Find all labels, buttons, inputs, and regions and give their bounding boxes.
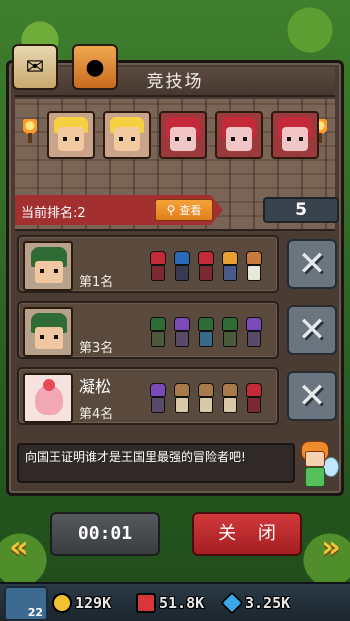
fighter-portrait — [47, 111, 95, 159]
gem-resource: 3.25K — [220, 589, 291, 617]
hint-message: 向国王证明谁才是王国里最强的冒险者吧! — [17, 443, 295, 483]
close-button[interactable]: 关 闭 — [192, 512, 302, 556]
fighters-row — [47, 111, 319, 159]
gold-coin-icon — [52, 593, 72, 613]
challenge-button[interactable]: ✕ — [287, 371, 337, 421]
opponent-rank: 第4名 — [79, 407, 114, 422]
current-rank: 当前排名:2 — [21, 206, 86, 221]
fighter-portrait — [103, 111, 151, 159]
scroll-right-arrow-icon[interactable]: » — [314, 528, 348, 568]
search-icon: ⚲ — [166, 203, 176, 217]
trophy-value: 51.8K — [159, 594, 205, 612]
opponent-team — [147, 251, 265, 285]
opponent-card: 第1名 — [17, 235, 279, 293]
gold-value: 129K — [75, 594, 112, 612]
mail-button[interactable]: ✉ — [12, 44, 58, 90]
opponent-rank: 第3名 — [79, 341, 114, 356]
torch-icon — [23, 119, 37, 143]
bag-button[interactable]: ● — [72, 44, 118, 90]
crossed-swords-icon: ✕ — [297, 244, 327, 284]
opponent-card: 凝松 第4名 — [17, 367, 279, 425]
arena-score: 5 — [263, 197, 339, 223]
rank-bar: 当前排名:2 ⚲ 查看 — [15, 195, 223, 225]
opponent-rank: 第1名 — [79, 275, 114, 290]
opponent-row: 凝松 第4名 ✕ — [17, 367, 337, 425]
timer-button[interactable]: 00:01 — [50, 512, 160, 556]
avatar — [23, 373, 73, 423]
bag-icon: ● — [85, 54, 105, 80]
avatar — [23, 307, 73, 357]
gold-resource: 129K — [52, 589, 111, 617]
trophy-icon — [136, 593, 156, 613]
scroll-left-arrow-icon[interactable]: « — [2, 528, 36, 568]
crossed-swords-icon: ✕ — [297, 310, 327, 350]
resource-bar: 22 129K 51.8K 3.25K — [0, 582, 350, 621]
fairy-guide-icon — [293, 439, 341, 491]
player-level-badge[interactable]: 22 — [4, 586, 48, 621]
trophy-resource: 51.8K — [136, 589, 204, 617]
fighter-portrait — [215, 111, 263, 159]
fighter-portrait — [271, 111, 319, 159]
gem-value: 3.25K — [245, 594, 291, 612]
crossed-swords-icon: ✕ — [297, 376, 327, 416]
opponent-name: 凝松 — [79, 377, 112, 396]
opponent-row: 第1名 ✕ — [17, 235, 337, 293]
arena-wall: 当前排名:2 ⚲ 查看 5 — [15, 99, 339, 231]
challenge-button[interactable]: ✕ — [287, 305, 337, 355]
fighter-portrait — [159, 111, 207, 159]
view-button[interactable]: ⚲ 查看 — [155, 199, 213, 221]
opponent-row: 第3名 ✕ — [17, 301, 337, 359]
arena-panel: 竞技场 当前排名:2 ⚲ 查看 5 第1名 ✕ 第3名 ✕ 凝松 第4名 ✕ 向… — [6, 60, 344, 496]
opponent-team — [147, 317, 265, 351]
opponent-card: 第3名 — [17, 301, 279, 359]
challenge-button[interactable]: ✕ — [287, 239, 337, 289]
view-button-label: 查看 — [179, 204, 202, 217]
opponent-team — [147, 383, 265, 417]
page-title: 竞技场 — [15, 67, 335, 97]
avatar — [23, 241, 73, 291]
mail-icon: ✉ — [25, 54, 45, 80]
gem-icon — [220, 591, 244, 615]
player-level: 22 — [27, 606, 43, 619]
